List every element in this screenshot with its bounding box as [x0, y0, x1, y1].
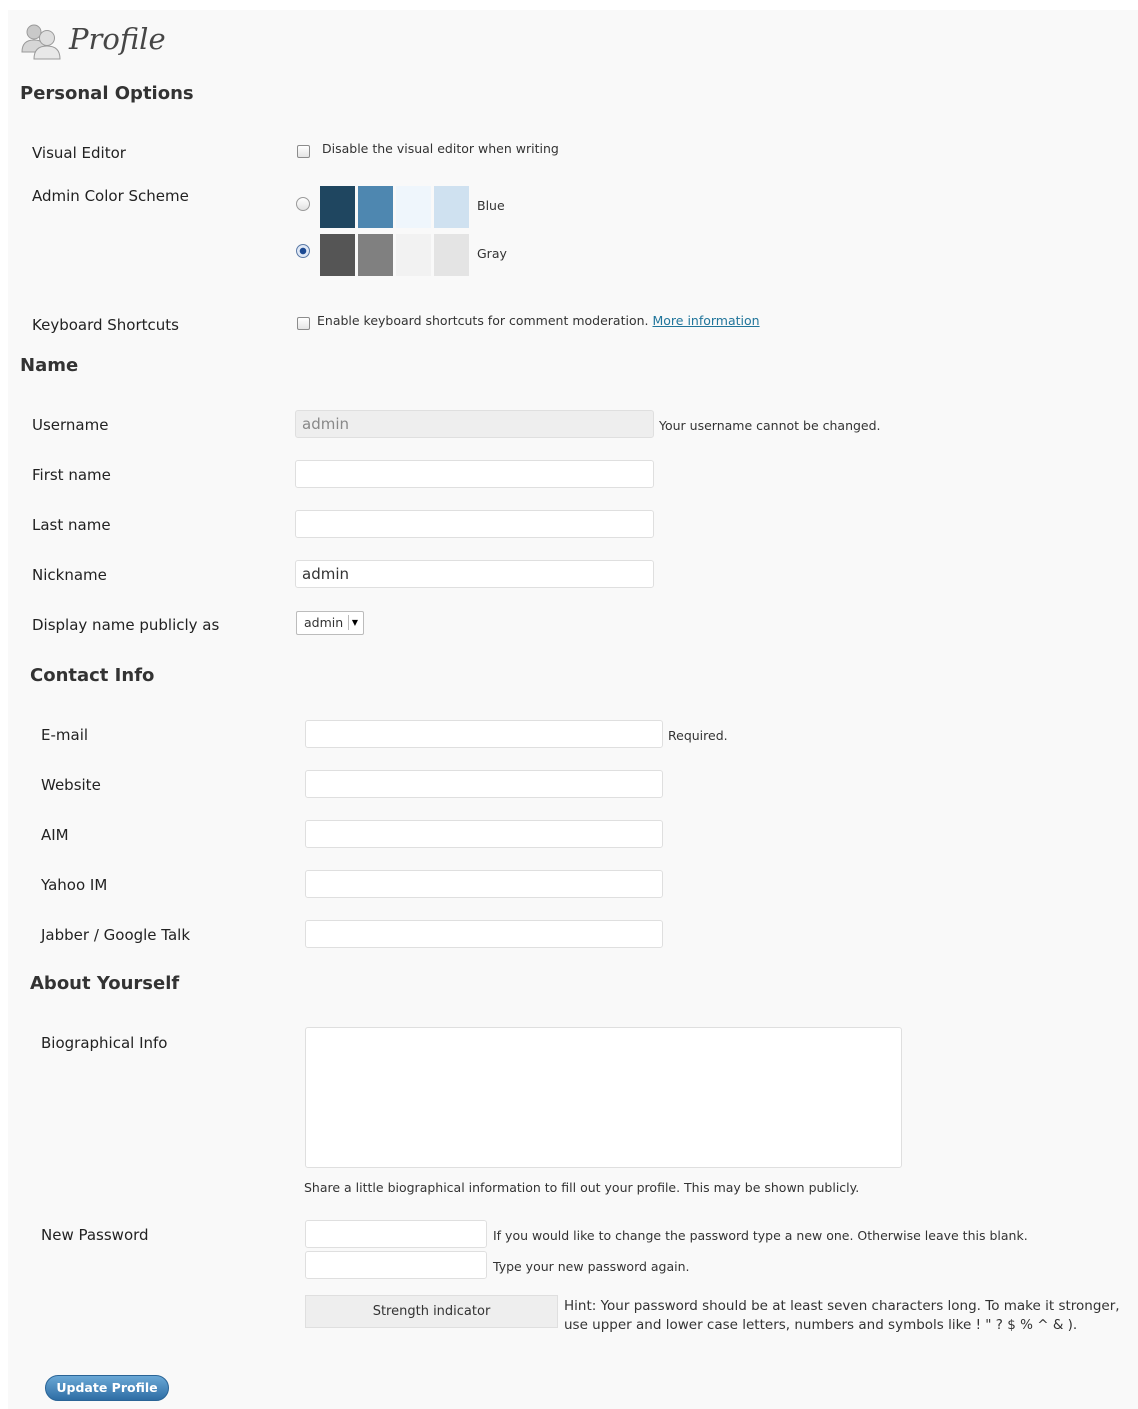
- aim-field[interactable]: [305, 820, 663, 848]
- password-hint-line-1: Hint: Your password should be at least s…: [564, 1298, 1120, 1314]
- section-heading-contact-info: Contact Info: [30, 665, 155, 686]
- section-heading-about-yourself: About Yourself: [30, 973, 180, 994]
- nickname-label: Nickname: [32, 566, 107, 584]
- section-heading-personal-options: Personal Options: [20, 83, 194, 104]
- chevron-down-icon: ▼: [348, 615, 361, 630]
- website-label: Website: [41, 776, 101, 794]
- swatch: [434, 186, 469, 228]
- first-name-field[interactable]: [295, 460, 654, 488]
- swatch: [358, 186, 393, 228]
- username-label: Username: [32, 416, 109, 434]
- password-hint-line-2: use upper and lower case letters, number…: [564, 1317, 1078, 1333]
- swatch: [320, 234, 355, 276]
- password-hint: Hint: Your password should be at least s…: [564, 1297, 1134, 1335]
- color-scheme-gray-swatches[interactable]: [320, 234, 469, 276]
- email-field[interactable]: [305, 720, 663, 748]
- jabber-field[interactable]: [305, 920, 663, 948]
- visual-editor-label: Visual Editor: [32, 144, 126, 162]
- color-scheme-blue-radio[interactable]: [296, 197, 310, 211]
- update-profile-button[interactable]: Update Profile: [45, 1375, 169, 1401]
- display-name-select[interactable]: admin ▼: [296, 611, 364, 635]
- new-password-note: If you would like to change the password…: [493, 1228, 1028, 1243]
- users-icon: [20, 22, 62, 60]
- section-heading-name: Name: [20, 355, 79, 376]
- confirm-password-note: Type your new password again.: [493, 1259, 690, 1274]
- email-label: E-mail: [41, 726, 89, 744]
- aim-label: AIM: [41, 826, 69, 844]
- keyboard-shortcuts-checkbox-text: Enable keyboard shortcuts for comment mo…: [317, 313, 649, 328]
- visual-editor-checkbox-text: Disable the visual editor when writing: [322, 141, 559, 156]
- bio-textarea[interactable]: [305, 1027, 902, 1168]
- color-scheme-label: Admin Color Scheme: [32, 187, 189, 205]
- keyboard-shortcuts-label: Keyboard Shortcuts: [32, 316, 179, 334]
- last-name-label: Last name: [32, 516, 111, 534]
- swatch: [396, 186, 431, 228]
- more-information-link[interactable]: More information: [652, 313, 759, 328]
- keyboard-shortcuts-text-wrap: Enable keyboard shortcuts for comment mo…: [317, 313, 760, 328]
- yahoo-label: Yahoo IM: [41, 876, 108, 894]
- color-scheme-gray-radio[interactable]: [296, 244, 310, 258]
- display-name-selected-value: admin: [304, 615, 344, 630]
- swatch: [358, 234, 393, 276]
- website-field[interactable]: [305, 770, 663, 798]
- color-scheme-gray-label: Gray: [477, 246, 507, 261]
- keyboard-shortcuts-checkbox[interactable]: [297, 317, 310, 330]
- new-password-label: New Password: [41, 1226, 149, 1244]
- page-title: Profile: [69, 22, 166, 56]
- bio-note: Share a little biographical information …: [304, 1180, 860, 1195]
- display-name-label: Display name publicly as: [32, 616, 220, 634]
- confirm-password-field[interactable]: [305, 1251, 487, 1279]
- swatch: [434, 234, 469, 276]
- jabber-label: Jabber / Google Talk: [41, 926, 191, 944]
- first-name-label: First name: [32, 466, 111, 484]
- swatch: [396, 234, 431, 276]
- password-strength-indicator: Strength indicator: [305, 1295, 558, 1328]
- last-name-field[interactable]: [295, 510, 654, 538]
- color-scheme-blue-swatches[interactable]: [320, 186, 469, 228]
- visual-editor-checkbox[interactable]: [297, 145, 310, 158]
- profile-page: [8, 10, 1138, 1409]
- swatch: [320, 186, 355, 228]
- username-note: Your username cannot be changed.: [659, 418, 881, 433]
- nickname-field[interactable]: [295, 560, 654, 588]
- email-required-note: Required.: [668, 728, 728, 743]
- username-field: [295, 410, 654, 438]
- yahoo-field[interactable]: [305, 870, 663, 898]
- new-password-field[interactable]: [305, 1220, 487, 1248]
- bio-label: Biographical Info: [41, 1034, 168, 1052]
- color-scheme-blue-label: Blue: [477, 198, 505, 213]
